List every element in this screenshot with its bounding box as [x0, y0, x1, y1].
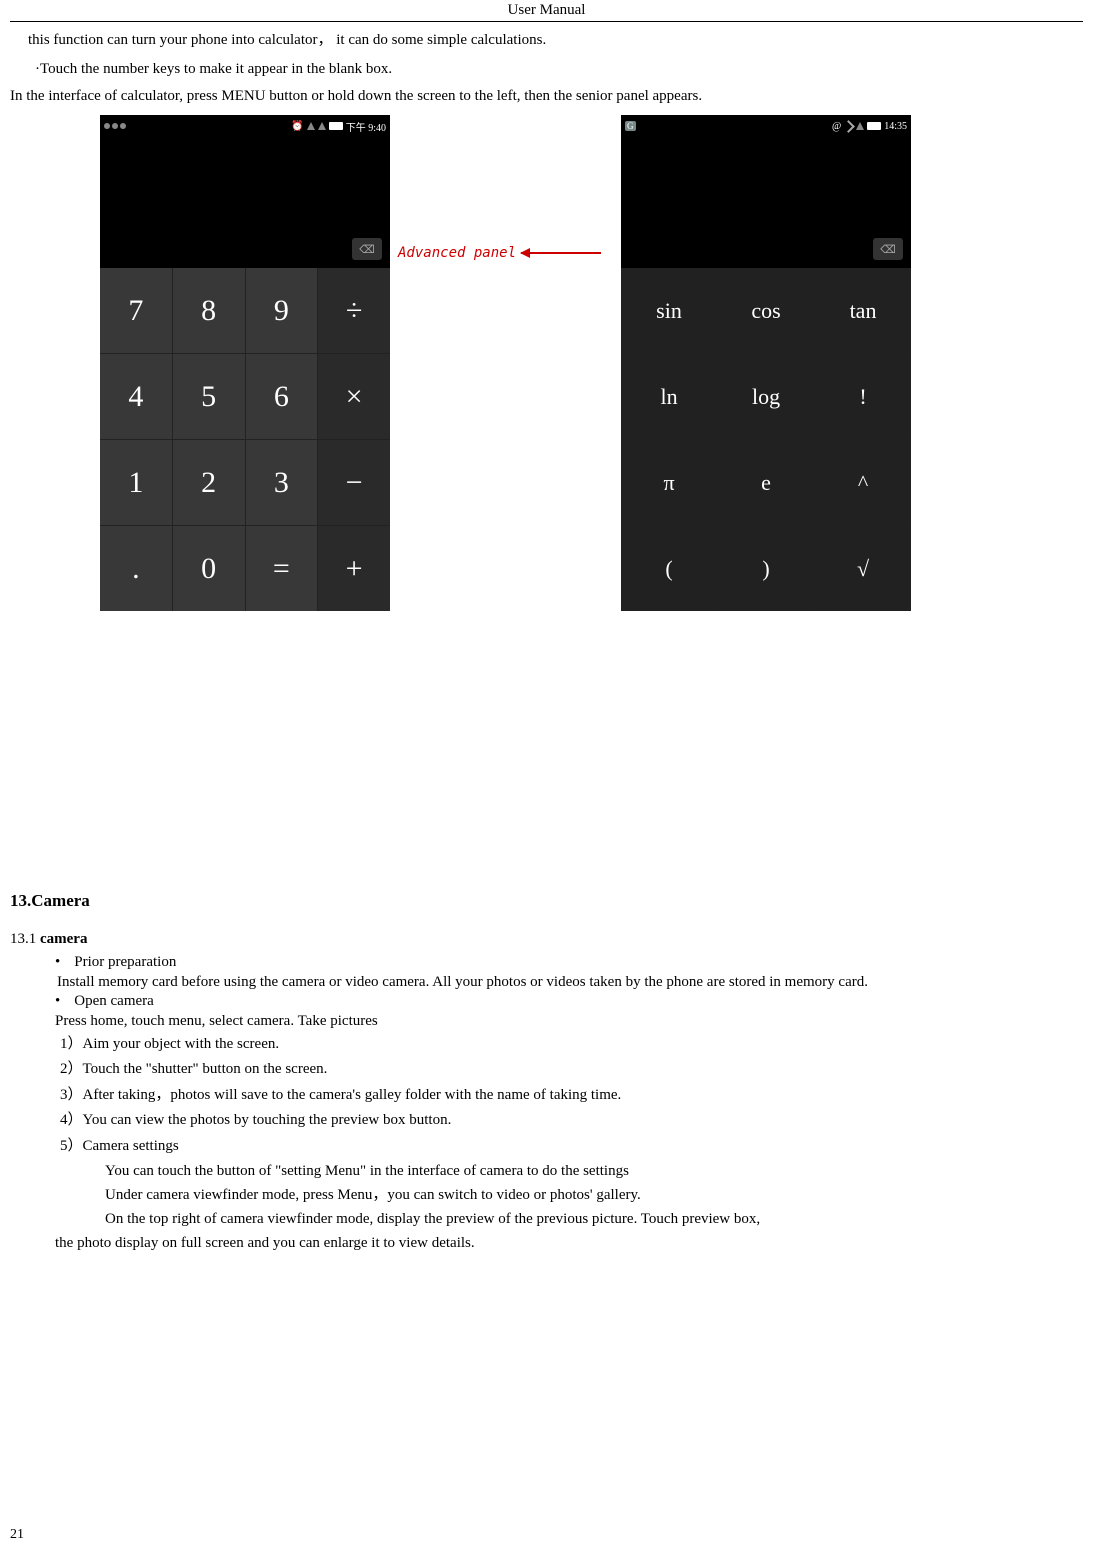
key-9: 9	[246, 268, 318, 353]
key-lparen: (	[621, 526, 717, 611]
signal-icon	[856, 122, 864, 130]
calc-display-adv: ⌫	[621, 137, 911, 268]
annotation: Advanced panel	[398, 245, 601, 261]
camera-settings-d1: You can touch the button of "setting Men…	[105, 1159, 1083, 1183]
calc-display: ⌫	[100, 137, 390, 268]
key-fact: !	[815, 354, 911, 439]
step-2: 2）Touch the "shutter" button on the scre…	[60, 1057, 1083, 1083]
page-header: User Manual	[10, 0, 1083, 22]
key-tan: tan	[815, 268, 911, 353]
intro-para-1: this function can turn your phone into c…	[28, 30, 1083, 51]
key-log: log	[718, 354, 814, 439]
status-time: 下午 9:40	[346, 119, 386, 134]
keypad-basic: 7 8 9 ÷ 4 5 6 × 1 2 3 − . 0 = +	[100, 268, 390, 611]
intro-para-3: In the interface of calculator, press ME…	[10, 88, 1083, 105]
section-heading-camera: 13.Camera	[10, 891, 1083, 911]
subsection-title: camera	[40, 931, 87, 947]
camera-settings-d2: Under camera viewfinder mode, press Menu…	[105, 1183, 1083, 1207]
key-1: 1	[100, 440, 172, 525]
battery-icon	[867, 122, 881, 130]
key-2: 2	[173, 440, 245, 525]
key-cos: cos	[718, 268, 814, 353]
annotation-label: Advanced panel	[398, 245, 516, 261]
key-multiply: ×	[318, 354, 390, 439]
key-equals: =	[246, 526, 318, 611]
step-1: 1）Aim your object with the screen.	[60, 1032, 1083, 1058]
key-6: 6	[246, 354, 318, 439]
bullet-prior-prep: Prior preparation	[55, 954, 1083, 971]
battery-icon	[329, 122, 343, 130]
phone-screenshot-basic: ⏰ 下午 9:40 ⌫ 7 8 9 ÷ 4 5 6 × 1 2 3 − . 0 …	[100, 115, 390, 611]
step-5: 5）Camera settings	[60, 1134, 1083, 1160]
camera-settings-d3a: On the top right of camera viewfinder mo…	[105, 1207, 1083, 1231]
key-4: 4	[100, 354, 172, 439]
status-bar-2: G @ 14:35	[621, 115, 911, 137]
at-icon: @	[832, 121, 841, 132]
arrow-icon	[521, 252, 601, 254]
backspace-icon: ⌫	[873, 238, 903, 260]
page-number: 21	[10, 1527, 24, 1543]
network-g-icon: G	[625, 121, 636, 131]
key-sin: sin	[621, 268, 717, 353]
key-pow: ^	[815, 440, 911, 525]
signal-icon	[307, 122, 315, 130]
key-divide: ÷	[318, 268, 390, 353]
key-sqrt: √	[815, 526, 911, 611]
key-7: 7	[100, 268, 172, 353]
key-3: 3	[246, 440, 318, 525]
text-prior-prep: Install memory card before using the cam…	[57, 972, 1083, 992]
camera-settings-d3b: the photo display on full screen and you…	[55, 1231, 1083, 1255]
key-e: e	[718, 440, 814, 525]
step-4: 4）You can view the photos by touching th…	[60, 1108, 1083, 1134]
status-bar-1: ⏰ 下午 9:40	[100, 115, 390, 137]
subsection-13-1: 13.1 camera	[10, 931, 1083, 948]
key-0: 0	[173, 526, 245, 611]
phone-screenshot-advanced: G @ 14:35 ⌫ sin cos tan ln log ! π e ^ (…	[621, 115, 911, 611]
bullet-open-camera: Open camera	[55, 993, 1083, 1010]
alarm-icon: ⏰	[291, 121, 303, 132]
step-3: 3）After taking，photos will save to the c…	[60, 1083, 1083, 1109]
key-rparen: )	[718, 526, 814, 611]
key-ln: ln	[621, 354, 717, 439]
key-pi: π	[621, 440, 717, 525]
status-time: 14:35	[884, 121, 907, 132]
intro-para-2: ·Touch the number keys to make it appear…	[35, 61, 1083, 78]
key-dot: .	[100, 526, 172, 611]
app-dot-icon	[104, 123, 110, 129]
key-plus: +	[318, 526, 390, 611]
key-5: 5	[173, 354, 245, 439]
screenshots-container: ⏰ 下午 9:40 ⌫ 7 8 9 ÷ 4 5 6 × 1 2 3 − . 0 …	[100, 115, 1083, 611]
app-dot-icon	[112, 123, 118, 129]
text-open-camera: Press home, touch menu, select camera. T…	[55, 1011, 1083, 1031]
keypad-advanced: sin cos tan ln log ! π e ^ ( ) √	[621, 268, 911, 611]
app-dot-icon	[120, 123, 126, 129]
wifi-icon	[842, 120, 855, 133]
subsection-number: 13.1	[10, 931, 40, 947]
signal-icon	[318, 122, 326, 130]
key-8: 8	[173, 268, 245, 353]
key-minus: −	[318, 440, 390, 525]
backspace-icon: ⌫	[352, 238, 382, 260]
